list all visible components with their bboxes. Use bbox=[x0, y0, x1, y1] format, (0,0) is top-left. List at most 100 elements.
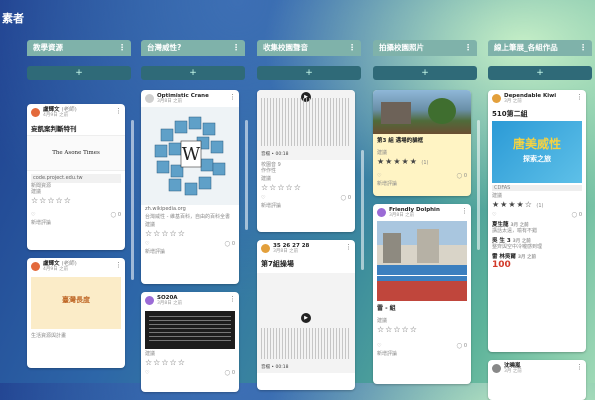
star-rating[interactable]: ★★★★☆ (1) bbox=[488, 199, 586, 210]
reaction-icon[interactable]: ♡ bbox=[145, 370, 149, 376]
post-card[interactable]: 盧輝文 (老師) 4月9日 之前 ⋮ 臺灣長度 生活資源與計畫 bbox=[27, 258, 125, 368]
reaction-icon[interactable]: ♡ bbox=[377, 173, 381, 179]
image-caption: 臺灣長度 bbox=[62, 296, 90, 304]
rating-count: (1) bbox=[421, 160, 429, 166]
star-rating[interactable]: ★★★★★ (1) bbox=[373, 156, 471, 167]
star-rating[interactable]: ☆☆☆☆☆ bbox=[257, 182, 355, 193]
post-menu-icon[interactable]: ⋮ bbox=[115, 261, 122, 269]
add-comment-link[interactable]: 新增評論 bbox=[373, 181, 471, 187]
post-time: 3月 之前 bbox=[504, 369, 522, 374]
post-time: 4月9日 之前 bbox=[43, 267, 69, 272]
column-menu-icon[interactable]: ⋮ bbox=[348, 40, 356, 56]
comment-icon[interactable]: ◯ bbox=[457, 173, 463, 179]
presentation-banner[interactable]: 唐美威性 探索之旅 bbox=[492, 121, 582, 183]
poster-image[interactable]: 臺灣長度 bbox=[31, 277, 121, 329]
post-menu-icon[interactable]: ⋮ bbox=[229, 295, 236, 303]
text-document-image[interactable] bbox=[145, 311, 235, 349]
scrollbar[interactable] bbox=[361, 150, 364, 270]
reaction-icon[interactable]: ♡ bbox=[492, 212, 496, 218]
audio-player[interactable]: ▶ 音檔 • 00:18 bbox=[257, 273, 355, 373]
star-rating[interactable]: ☆☆☆☆☆ bbox=[373, 324, 471, 335]
post-card[interactable]: Friendly Dolphin 3月8日 之前 ⋮ 雷 - 組 建議 ☆☆☆☆… bbox=[373, 204, 471, 384]
add-comment-link[interactable]: 新增評論 bbox=[27, 220, 125, 226]
avatar bbox=[145, 296, 154, 305]
star-rating[interactable]: ☆☆☆☆☆ bbox=[141, 357, 239, 368]
post-card[interactable]: Dependable Kiwi 3月 之前 ⋮ 510第二組 唐美威性 探索之旅… bbox=[488, 90, 586, 352]
newspaper-image[interactable]: The Asone Times bbox=[27, 135, 125, 171]
campus-photo[interactable] bbox=[373, 90, 471, 134]
column-header[interactable]: 拍攝校園照片 ⋮ bbox=[373, 40, 477, 56]
post-card[interactable]: Optimistic Crane 3月8日 之前 ⋮ W zh.wikipedi… bbox=[141, 90, 239, 284]
add-comment-link[interactable]: 新增評論 bbox=[141, 249, 239, 255]
post-card[interactable]: 35 26 27 28 3月8日 之前 ⋮ 第7組操場 ▶ 音檔 • 00:18 bbox=[257, 240, 355, 390]
add-post-button[interactable]: + bbox=[257, 66, 361, 80]
post-menu-icon[interactable]: ⋮ bbox=[461, 207, 468, 215]
star-rating[interactable]: ☆☆☆☆☆ bbox=[27, 195, 125, 206]
post-author: Friendly Dolphin 3月8日 之前 ⋮ bbox=[373, 204, 471, 221]
column-menu-icon[interactable]: ⋮ bbox=[118, 40, 126, 56]
add-post-button[interactable]: + bbox=[373, 66, 477, 80]
post-subcaption: 作作性 bbox=[261, 168, 277, 174]
audio-waveform bbox=[261, 328, 351, 359]
audio-player[interactable]: ▶ 音檔 • 00:18 bbox=[257, 90, 355, 160]
play-icon[interactable]: ▶ bbox=[301, 313, 311, 323]
post-menu-icon[interactable]: ⋮ bbox=[229, 93, 236, 101]
scrollbar[interactable] bbox=[477, 120, 480, 250]
column-menu-icon[interactable]: ⋮ bbox=[232, 40, 240, 56]
comment-icon[interactable]: ◯ bbox=[457, 343, 463, 349]
link-url[interactable]: code.project.edu.tw bbox=[31, 174, 121, 183]
post-menu-icon[interactable]: ⋮ bbox=[345, 243, 352, 251]
stars: ★★★★★ bbox=[377, 157, 418, 166]
comment-count: 0 bbox=[463, 343, 467, 349]
scrollbar[interactable] bbox=[131, 120, 134, 280]
column-header[interactable]: 線上筆展_各組作品 ⋮ bbox=[488, 40, 592, 56]
post-author: 盧輝文 (老師) 4月9日 之前 ⋮ bbox=[27, 104, 125, 121]
scrollbar[interactable] bbox=[245, 120, 248, 230]
add-comment-link[interactable]: 新增評論 bbox=[373, 351, 471, 357]
stars: ★★★★☆ bbox=[492, 200, 533, 209]
add-post-button[interactable]: + bbox=[27, 66, 131, 80]
post-card[interactable]: 盧輝文 (老師) 4月9日 之前 ⋮ 妄凱案判斷特刊 The Asone Tim… bbox=[27, 104, 125, 250]
post-time: 3月8日 之前 bbox=[157, 301, 183, 306]
post-menu-icon[interactable]: ⋮ bbox=[576, 363, 583, 371]
comment-icon[interactable]: ◯ bbox=[341, 195, 347, 201]
star-rating[interactable]: ☆☆☆☆☆ bbox=[141, 228, 239, 239]
column-header[interactable]: 台灣威性? ⋮ bbox=[141, 40, 245, 56]
reaction-icon[interactable]: ♡ bbox=[145, 241, 149, 247]
post-card[interactable]: 第3 組 邁場的貓框 建議 ★★★★★ (1) ♡ ◯ 0 新增評論 bbox=[373, 90, 471, 196]
comment-icon[interactable]: ◯ bbox=[572, 212, 578, 218]
column-header[interactable]: 教學資源 ⋮ bbox=[27, 40, 131, 56]
post-card[interactable]: ▶ 音檔 • 00:18 校園音 9 作作性 建議 ☆☆☆☆☆ ♡ ◯ 0 新增… bbox=[257, 90, 355, 232]
reaction-icon[interactable]: ♡ bbox=[377, 343, 381, 349]
comment-icon[interactable]: ◯ bbox=[225, 370, 231, 376]
comment-count: 0 bbox=[117, 212, 121, 218]
post-footer: ♡ ◯ 0 bbox=[257, 193, 355, 203]
reaction-icon[interactable]: ♡ bbox=[261, 195, 265, 201]
post-title: 510第二組 bbox=[492, 110, 528, 118]
post-time: 4月9日 之前 bbox=[43, 113, 69, 118]
column-teaching-resources: 教學資源 ⋮ + 盧輝文 (老師) 4月9日 之前 ⋮ 妄凱案判斷特刊 The … bbox=[27, 40, 134, 385]
add-post-button[interactable]: + bbox=[141, 66, 245, 80]
add-post-button[interactable]: + bbox=[488, 66, 592, 80]
post-menu-icon[interactable]: ⋮ bbox=[115, 107, 122, 115]
sports-field-photo[interactable] bbox=[377, 221, 467, 301]
post-menu-icon[interactable]: ⋮ bbox=[576, 93, 583, 101]
post-card[interactable]: SO20A 3月8日 之前 ⋮ 建議 ☆☆☆☆☆ ♡ ◯ 0 bbox=[141, 292, 239, 392]
comment-icon[interactable]: ◯ bbox=[111, 212, 117, 218]
comment-icon[interactable]: ◯ bbox=[225, 241, 231, 247]
link-url[interactable]: zh.wikipedia.org bbox=[141, 205, 239, 214]
post-title: 第3 組 邁場的貓框 bbox=[377, 138, 424, 144]
column-menu-icon[interactable]: ⋮ bbox=[579, 40, 587, 56]
wikipedia-image[interactable]: W bbox=[141, 107, 239, 205]
post-card[interactable]: 沈曉嵐 3月 之前 ⋮ bbox=[488, 360, 586, 400]
comment-count: 0 bbox=[231, 241, 235, 247]
image-caption: The Asone Times bbox=[52, 150, 100, 156]
column-header[interactable]: 收集校園聲音 ⋮ bbox=[257, 40, 361, 56]
avatar bbox=[377, 208, 386, 217]
column-menu-icon[interactable]: ⋮ bbox=[464, 40, 472, 56]
file-type-tag: CDFAS bbox=[492, 185, 582, 191]
reaction-icon[interactable]: ♡ bbox=[31, 212, 35, 218]
add-comment-link[interactable]: 新增評論 bbox=[257, 203, 355, 209]
comment-sticker: 100 bbox=[492, 260, 511, 270]
avatar bbox=[31, 108, 40, 117]
